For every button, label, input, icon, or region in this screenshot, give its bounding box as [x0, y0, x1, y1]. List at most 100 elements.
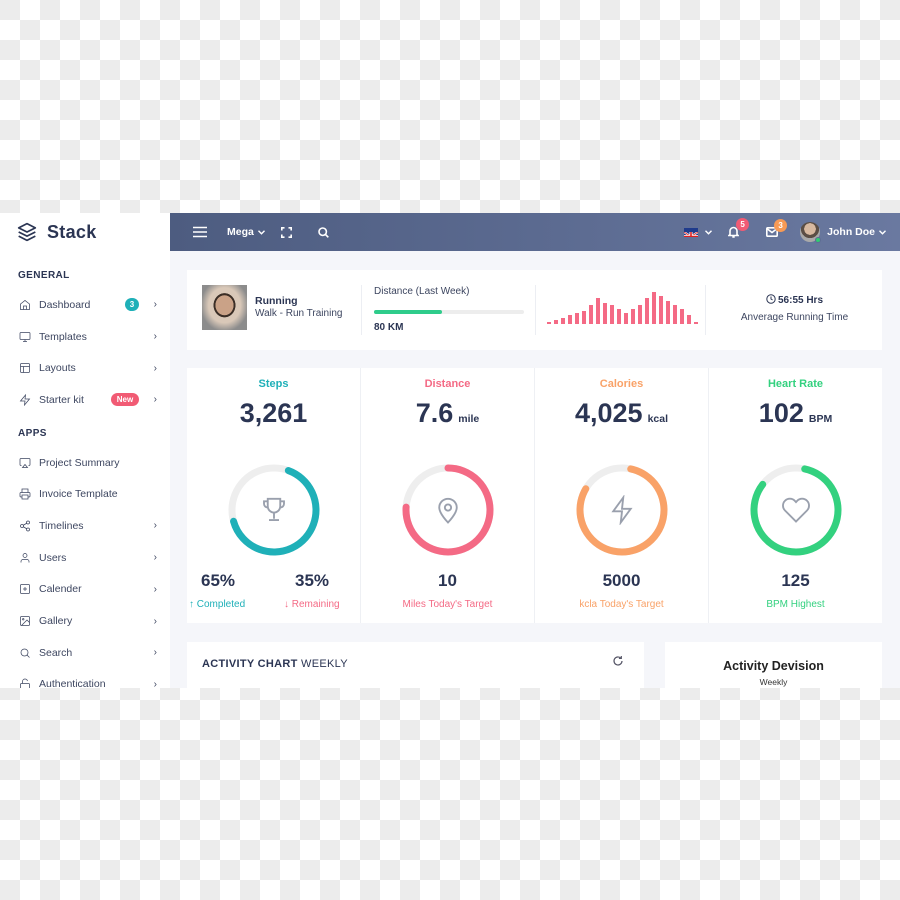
clock-icon [766, 294, 776, 304]
distance-value: 80 KM [374, 322, 404, 333]
sparkline-bar [666, 301, 671, 324]
stat-distance: Distance 7.6 mile 10 Miles Today's Target [361, 368, 535, 623]
divider [535, 285, 536, 335]
map-pin-icon [433, 495, 463, 525]
monitor-icon [19, 331, 31, 343]
sidebar-item-templates[interactable]: Templates › [0, 321, 170, 353]
uk-flag-icon [684, 227, 699, 237]
sparkline-bar [645, 298, 650, 324]
stat-title: Steps [258, 378, 289, 390]
language-selector[interactable] [684, 227, 713, 237]
chevron-right-icon: › [153, 678, 157, 688]
refresh-icon[interactable] [612, 655, 624, 667]
sidebar-item-invoice-template[interactable]: Invoice Template [0, 478, 170, 510]
sparkline-bar [546, 322, 551, 324]
printer-icon [19, 488, 31, 500]
sparkline-bar [616, 309, 621, 324]
activity-title: Running [255, 295, 298, 307]
sidebar-item-users[interactable]: Users › [0, 542, 170, 574]
notifications-count: 5 [736, 218, 750, 231]
sidebar-item-label: Gallery [39, 615, 73, 628]
hamburger-icon[interactable] [193, 226, 207, 238]
trophy-icon [259, 495, 289, 525]
sparkline-bar [560, 318, 565, 324]
distance-unit: mile [458, 413, 480, 425]
sparkline-bar [680, 309, 685, 324]
sidebar-item-label: Starter kit [39, 393, 84, 406]
distance-progress-bar [374, 310, 524, 314]
stat-calories: Calories 4,025 kcal 5000 kcla Today's Tar… [535, 368, 709, 623]
heart-rate-value: 102 [758, 398, 804, 428]
stat-title: Heart Rate [767, 378, 824, 390]
calories-target-label: kcla Today's Target [579, 599, 664, 610]
sparkline-bar [624, 313, 629, 324]
distance-target: 10 [438, 571, 457, 590]
sidebar-item-label: Search [39, 646, 73, 659]
divider [705, 285, 706, 335]
search-icon[interactable] [318, 226, 329, 238]
stat-heart-rate: Heart Rate 102 BPM 125 BPM Highest [709, 368, 882, 623]
mega-menu-label: Mega [227, 226, 254, 238]
airplay-icon [19, 457, 31, 469]
layers-icon [17, 222, 37, 242]
sidebar-item-project-summary[interactable]: Project Summary [0, 447, 170, 479]
sidebar-item-timelines[interactable]: Timelines › [0, 510, 170, 542]
running-time-label: Anverage Running Time [740, 312, 849, 323]
calories-target: 5000 [602, 571, 641, 590]
sparkline-bar [652, 292, 657, 324]
sidebar-item-calender[interactable]: Calender › [0, 574, 170, 606]
mega-menu-button[interactable]: Mega [227, 226, 265, 238]
user-menu[interactable]: John Doe [800, 222, 886, 243]
stat-value: 102 BPM [709, 398, 882, 429]
activity-division-subtitle: Weekly [759, 677, 788, 687]
completed-label: ↑ Completed [189, 599, 246, 610]
activity-subtitle: Walk - Run Training [255, 308, 343, 319]
heart-icon [781, 495, 811, 525]
sidebar-item-label: Timelines [39, 519, 84, 532]
share-icon [19, 520, 31, 532]
sparkline-bar [673, 305, 678, 324]
sparkline-bar [581, 311, 586, 324]
sidebar-item-authentication[interactable]: Authentication › [0, 669, 170, 688]
heart-rate-highest-label: BPM Highest [766, 599, 825, 610]
distance-target-label: Miles Today's Target [402, 599, 493, 610]
messages-button[interactable]: 3 [766, 219, 788, 237]
fitness-stats-card: Steps 3,261 65% 35% ↑ Completed ↓ Remain… [187, 368, 882, 623]
sidebar-item-layouts[interactable]: Layouts › [0, 352, 170, 384]
heart-rate-unit: BPM [808, 413, 833, 425]
sidebar-item-label: Invoice Template [39, 488, 118, 501]
sidebar-item-dashboard[interactable]: Dashboard 3 › [0, 289, 170, 321]
chevron-right-icon: › [153, 394, 157, 406]
runner-photo [202, 285, 247, 330]
unlock-icon [19, 678, 31, 688]
brand[interactable]: Stack [0, 213, 170, 251]
calories-value: 4,025 [574, 398, 643, 428]
chevron-right-icon: › [153, 583, 157, 595]
online-status-dot [815, 237, 822, 243]
sparkline-bar [659, 296, 664, 324]
distance-label: Distance (Last Week) [374, 286, 470, 297]
image-icon [19, 615, 31, 627]
distance-value: 7.6 [415, 398, 454, 428]
chevron-down-icon [879, 229, 886, 235]
count-badge: 3 [125, 298, 139, 312]
dashboard-app: Stack GENERAL Dashboard 3 › Templates › … [0, 213, 900, 688]
divider [361, 285, 362, 335]
sparkline-bar [609, 305, 614, 324]
user-icon [19, 552, 31, 564]
zap-icon [19, 393, 31, 406]
layout-icon [19, 362, 31, 374]
sidebar-item-gallery[interactable]: Gallery › [0, 605, 170, 637]
notifications-button[interactable]: 5 [728, 218, 750, 238]
chevron-right-icon: › [153, 362, 157, 374]
chevron-right-icon: › [153, 331, 157, 343]
zap-icon [607, 494, 637, 526]
sparkline-bar [553, 320, 558, 324]
sidebar-item-starter-kit[interactable]: Starter kit New › [0, 384, 170, 416]
sidebar-item-search[interactable]: Search › [0, 637, 170, 669]
messages-count: 3 [774, 219, 788, 232]
chevron-down-icon [705, 229, 713, 235]
user-avatar [800, 222, 822, 243]
sparkline-bar [638, 305, 643, 324]
maximize-icon[interactable] [280, 226, 292, 238]
